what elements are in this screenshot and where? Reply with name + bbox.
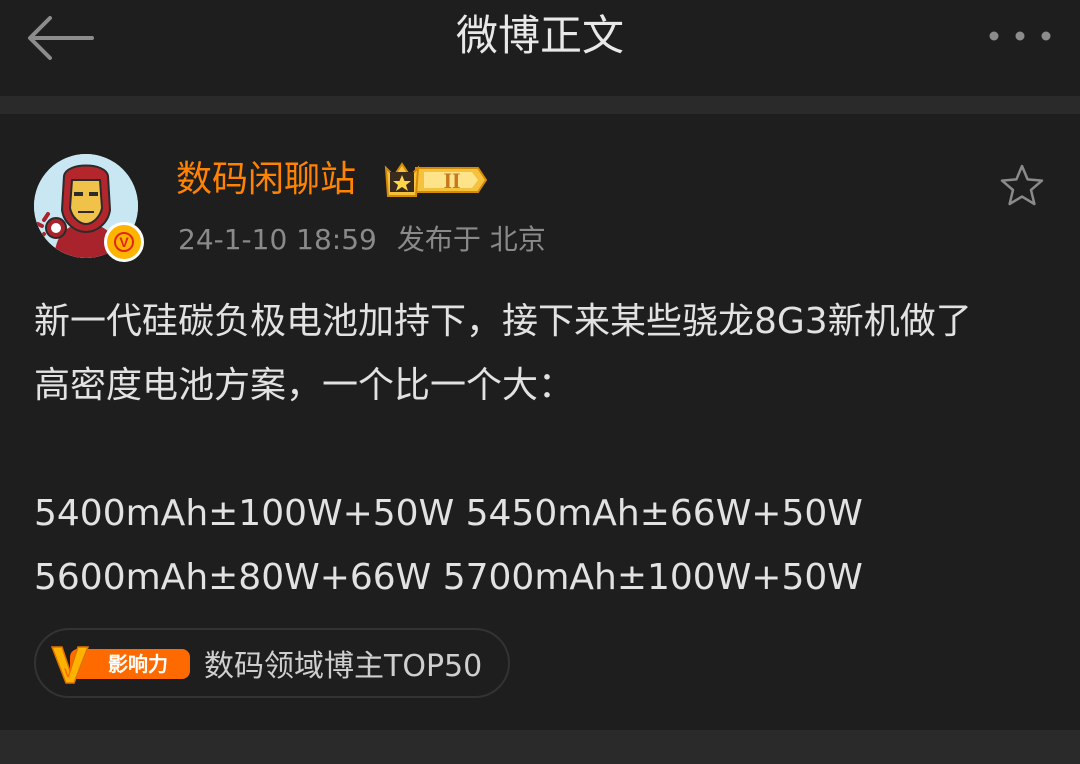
author-name[interactable]: 数码闲聊站 <box>176 156 356 204</box>
member-badge[interactable]: II <box>382 158 492 202</box>
member-level-text: II <box>443 168 460 193</box>
footer-separator <box>0 730 1080 764</box>
verified-letter: V <box>119 234 129 250</box>
back-button[interactable] <box>22 12 98 64</box>
post-meta: 24-1-10 18:59 发布于 北京 <box>178 220 546 260</box>
verified-badge: V <box>104 222 144 262</box>
more-horizontal-icon <box>989 31 1051 41</box>
arrow-left-icon <box>28 16 94 60</box>
page-title: 微博正文 <box>455 11 624 60</box>
influence-badge-icon: V 影响力 <box>50 646 190 684</box>
crown-member-icon: II <box>384 162 488 197</box>
verified-v-icon: V <box>112 230 136 254</box>
post-time: 24-1-10 18:59 <box>178 223 377 256</box>
influence-tag[interactable]: V 影响力 数码领域博主TOP50 <box>34 628 511 698</box>
top-nav-bar: 微博正文 <box>0 0 1080 96</box>
influence-badge-text: 影响力 <box>108 652 168 676</box>
post-card: V 数码闲聊站 II 24-1-10 18:59 发布于 北京 新一代硅碳负极电池… <box>0 114 1080 730</box>
header-separator <box>0 96 1080 114</box>
influence-badge-letter: V <box>64 666 72 680</box>
influence-label: 数码领域博主TOP50 <box>204 649 483 684</box>
influence-badge: V 影响力 <box>48 641 192 685</box>
post-location: 发布于 北京 <box>396 223 546 256</box>
favorite-button[interactable] <box>998 162 1046 210</box>
star-outline-icon <box>1000 164 1044 206</box>
more-button[interactable] <box>982 20 1058 52</box>
post-body-text: 新一代硅碳负极电池加持下，接下来某些骁龙8G3新机做了 高密度电池方案，一个比一… <box>34 301 972 598</box>
